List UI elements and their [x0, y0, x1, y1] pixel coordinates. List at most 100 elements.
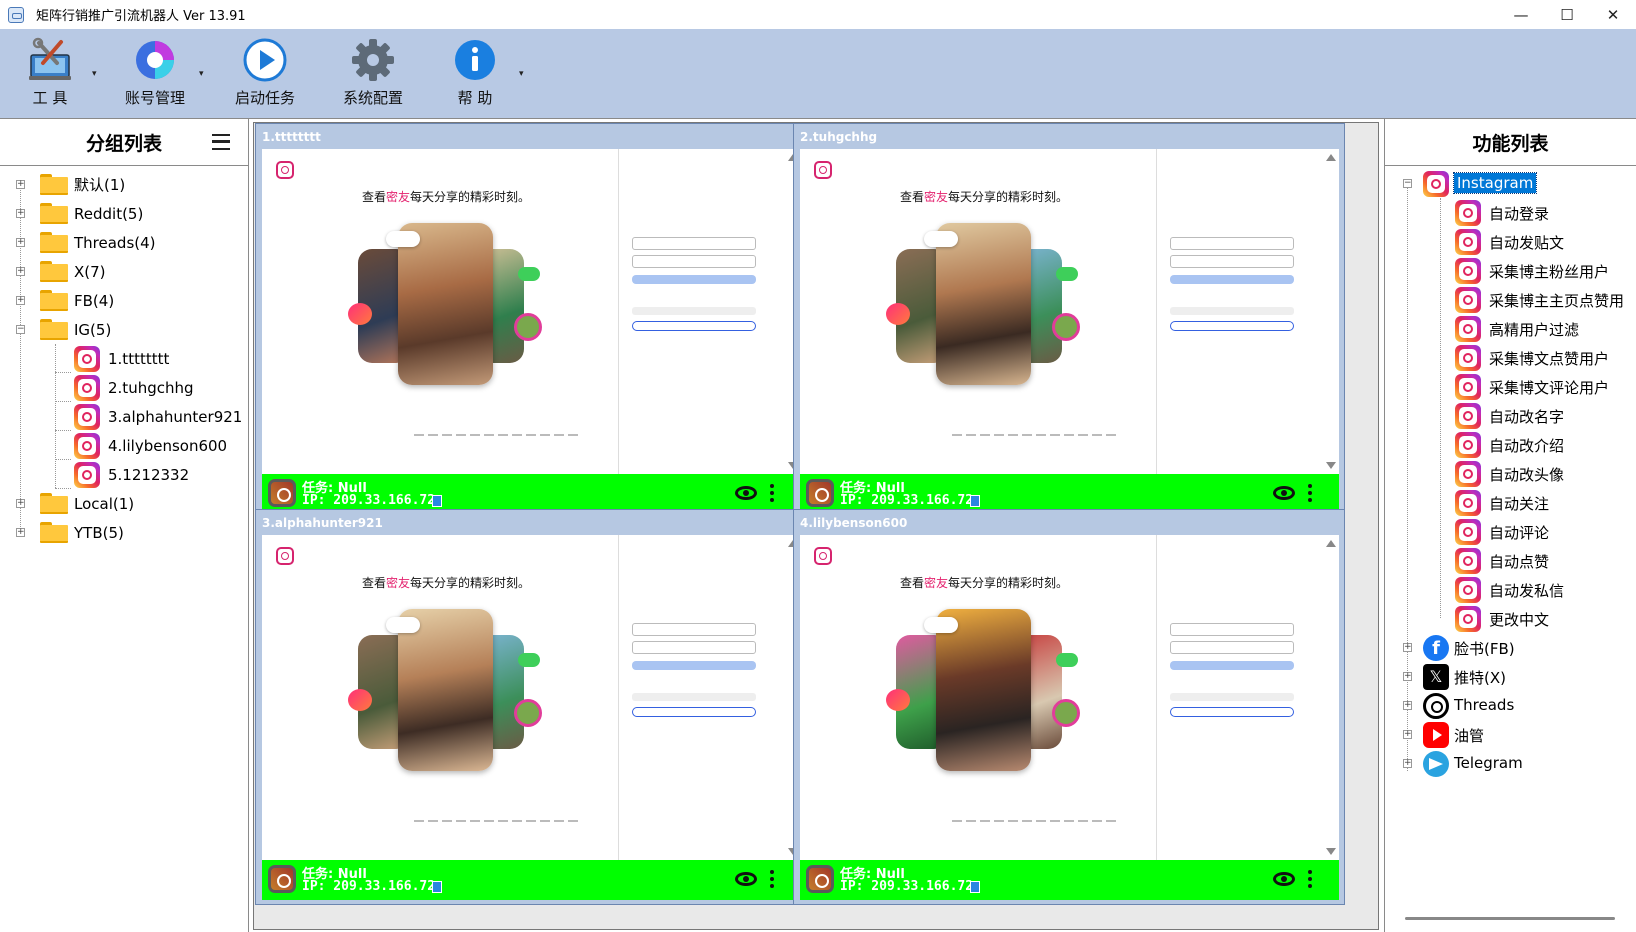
password-field[interactable]	[1170, 255, 1294, 268]
headline-highlight: 密友	[924, 190, 949, 204]
instagram-icon	[1455, 316, 1481, 342]
story-ring-icon	[514, 313, 542, 341]
instagram-icon	[1455, 374, 1481, 400]
system-config-button[interactable]: 系统配置	[323, 35, 423, 115]
account-item-4[interactable]: 4.lilybenson600	[0, 431, 248, 460]
instagram-headline: 查看密友每天分享的精彩时刻。	[900, 188, 1068, 205]
facebook-login-button[interactable]	[1170, 693, 1294, 701]
photo-card	[936, 609, 1031, 771]
expand-icon[interactable]: +	[1403, 672, 1412, 681]
instagram-logo-icon	[276, 161, 294, 179]
browser-viewport[interactable]: 查看密友每天分享的精彩时刻。	[800, 535, 1339, 860]
eye-icon[interactable]	[735, 872, 757, 886]
account-dropdown-caret-icon[interactable]: ▾	[199, 69, 204, 79]
help-button[interactable]: 帮 助 ▾	[425, 35, 525, 115]
collapse-icon[interactable]: −	[16, 325, 25, 334]
account-item-5[interactable]: 5.1212332	[0, 460, 248, 489]
account-item-2[interactable]: 2.tuhgchhg	[0, 373, 248, 402]
function-label: 采集博主主页点赞用	[1489, 292, 1625, 310]
tools-button[interactable]: 工 具 ▾	[0, 35, 100, 115]
flag-icon	[970, 881, 980, 893]
group-item-ig[interactable]: − IG(5)	[0, 315, 248, 344]
more-options-icon[interactable]	[770, 484, 774, 504]
username-field[interactable]	[1170, 623, 1294, 636]
collapse-icon[interactable]: −	[1403, 179, 1412, 188]
expand-icon[interactable]: +	[16, 238, 25, 247]
account-icon	[136, 41, 174, 79]
expand-icon[interactable]: +	[1403, 759, 1412, 768]
username-field[interactable]	[632, 623, 756, 636]
signup-button[interactable]	[1170, 321, 1294, 331]
menu-icon[interactable]	[212, 134, 230, 150]
group-label: IG(5)	[74, 320, 112, 339]
expand-icon[interactable]: +	[1403, 701, 1412, 710]
more-options-icon[interactable]	[1308, 484, 1312, 504]
password-field[interactable]	[1170, 641, 1294, 654]
tree-line	[1440, 198, 1441, 618]
page-footer-links	[950, 807, 1190, 823]
account-item-1[interactable]: 1.tttttttt	[0, 344, 248, 373]
signup-button[interactable]	[632, 321, 756, 331]
instagram-icon	[1455, 519, 1481, 545]
password-field[interactable]	[632, 641, 756, 654]
expand-icon[interactable]: +	[16, 499, 25, 508]
facebook-login-button[interactable]	[632, 307, 756, 315]
close-button[interactable]: ✕	[1590, 0, 1636, 29]
browser-viewport[interactable]: 查看密友每天分享的精彩时刻。	[262, 535, 801, 860]
browser-window-4[interactable]: 4.lilybenson600 查看密友每天分享的精彩时刻。 任务: Null …	[793, 509, 1345, 905]
expand-icon[interactable]: +	[16, 528, 25, 537]
account-management-button[interactable]: 账号管理 ▾	[105, 35, 205, 115]
eye-icon[interactable]	[1273, 486, 1295, 500]
scroll-up-arrow-icon[interactable]	[1326, 540, 1336, 547]
horizontal-scrollbar[interactable]	[1405, 917, 1615, 920]
threads-icon	[1423, 693, 1449, 719]
expand-icon[interactable]: +	[16, 209, 25, 218]
group-item-local[interactable]: + Local(1)	[0, 489, 248, 518]
maximize-button[interactable]: ☐	[1544, 0, 1590, 29]
browser-viewport[interactable]: 查看密友每天分享的精彩时刻。	[262, 149, 801, 474]
browser-window-3[interactable]: 3.alphahunter921 查看密友每天分享的精彩时刻。 任务: Null…	[255, 509, 807, 905]
login-button[interactable]	[632, 661, 756, 670]
help-dropdown-caret-icon[interactable]: ▾	[519, 69, 524, 79]
browser-window-1[interactable]: 1.tttttttt 查看密友每天分享的精彩时刻。 任务: Null IP: 2…	[255, 123, 807, 519]
group-item-threads[interactable]: + Threads(4)	[0, 228, 248, 257]
login-button[interactable]	[1170, 661, 1294, 670]
username-field[interactable]	[632, 237, 756, 250]
signup-button[interactable]	[1170, 707, 1294, 717]
scroll-down-arrow-icon[interactable]	[1326, 848, 1336, 855]
username-field[interactable]	[1170, 237, 1294, 250]
more-options-icon[interactable]	[1308, 870, 1312, 890]
eye-icon[interactable]	[1273, 872, 1295, 886]
group-item-ytb[interactable]: + YTB(5)	[0, 518, 248, 547]
more-options-icon[interactable]	[770, 870, 774, 890]
photo-collage	[348, 609, 548, 779]
eye-icon[interactable]	[735, 486, 757, 500]
instagram-icon	[1455, 461, 1481, 487]
login-button[interactable]	[632, 275, 756, 284]
group-item-default[interactable]: + 默认(1)	[0, 170, 248, 199]
facebook-login-button[interactable]	[632, 693, 756, 701]
browser-window-2[interactable]: 2.tuhgchhg 查看密友每天分享的精彩时刻。 任务: Null IP: 2…	[793, 123, 1345, 519]
start-task-button[interactable]: 启动任务	[215, 35, 315, 115]
tools-dropdown-caret-icon[interactable]: ▾	[92, 69, 97, 79]
facebook-login-button[interactable]	[1170, 307, 1294, 315]
password-field[interactable]	[632, 255, 756, 268]
group-item-x[interactable]: + X(7)	[0, 257, 248, 286]
robot-app-icon	[8, 6, 24, 23]
expand-icon[interactable]: +	[16, 267, 25, 276]
account-item-3[interactable]: 3.alphahunter921	[0, 402, 248, 431]
browser-title: 1.tttttttt	[262, 130, 321, 144]
minimize-button[interactable]: —	[1498, 0, 1544, 29]
expand-icon[interactable]: +	[16, 180, 25, 189]
signup-button[interactable]	[632, 707, 756, 717]
expand-icon[interactable]: +	[16, 296, 25, 305]
scroll-down-arrow-icon[interactable]	[1326, 462, 1336, 469]
group-item-reddit[interactable]: + Reddit(5)	[0, 199, 248, 228]
login-button[interactable]	[1170, 275, 1294, 284]
scroll-up-arrow-icon[interactable]	[1326, 154, 1336, 161]
headline-highlight: 密友	[924, 576, 949, 590]
expand-icon[interactable]: +	[1403, 643, 1412, 652]
expand-icon[interactable]: +	[1403, 730, 1412, 739]
browser-viewport[interactable]: 查看密友每天分享的精彩时刻。	[800, 149, 1339, 474]
group-item-fb[interactable]: + FB(4)	[0, 286, 248, 315]
